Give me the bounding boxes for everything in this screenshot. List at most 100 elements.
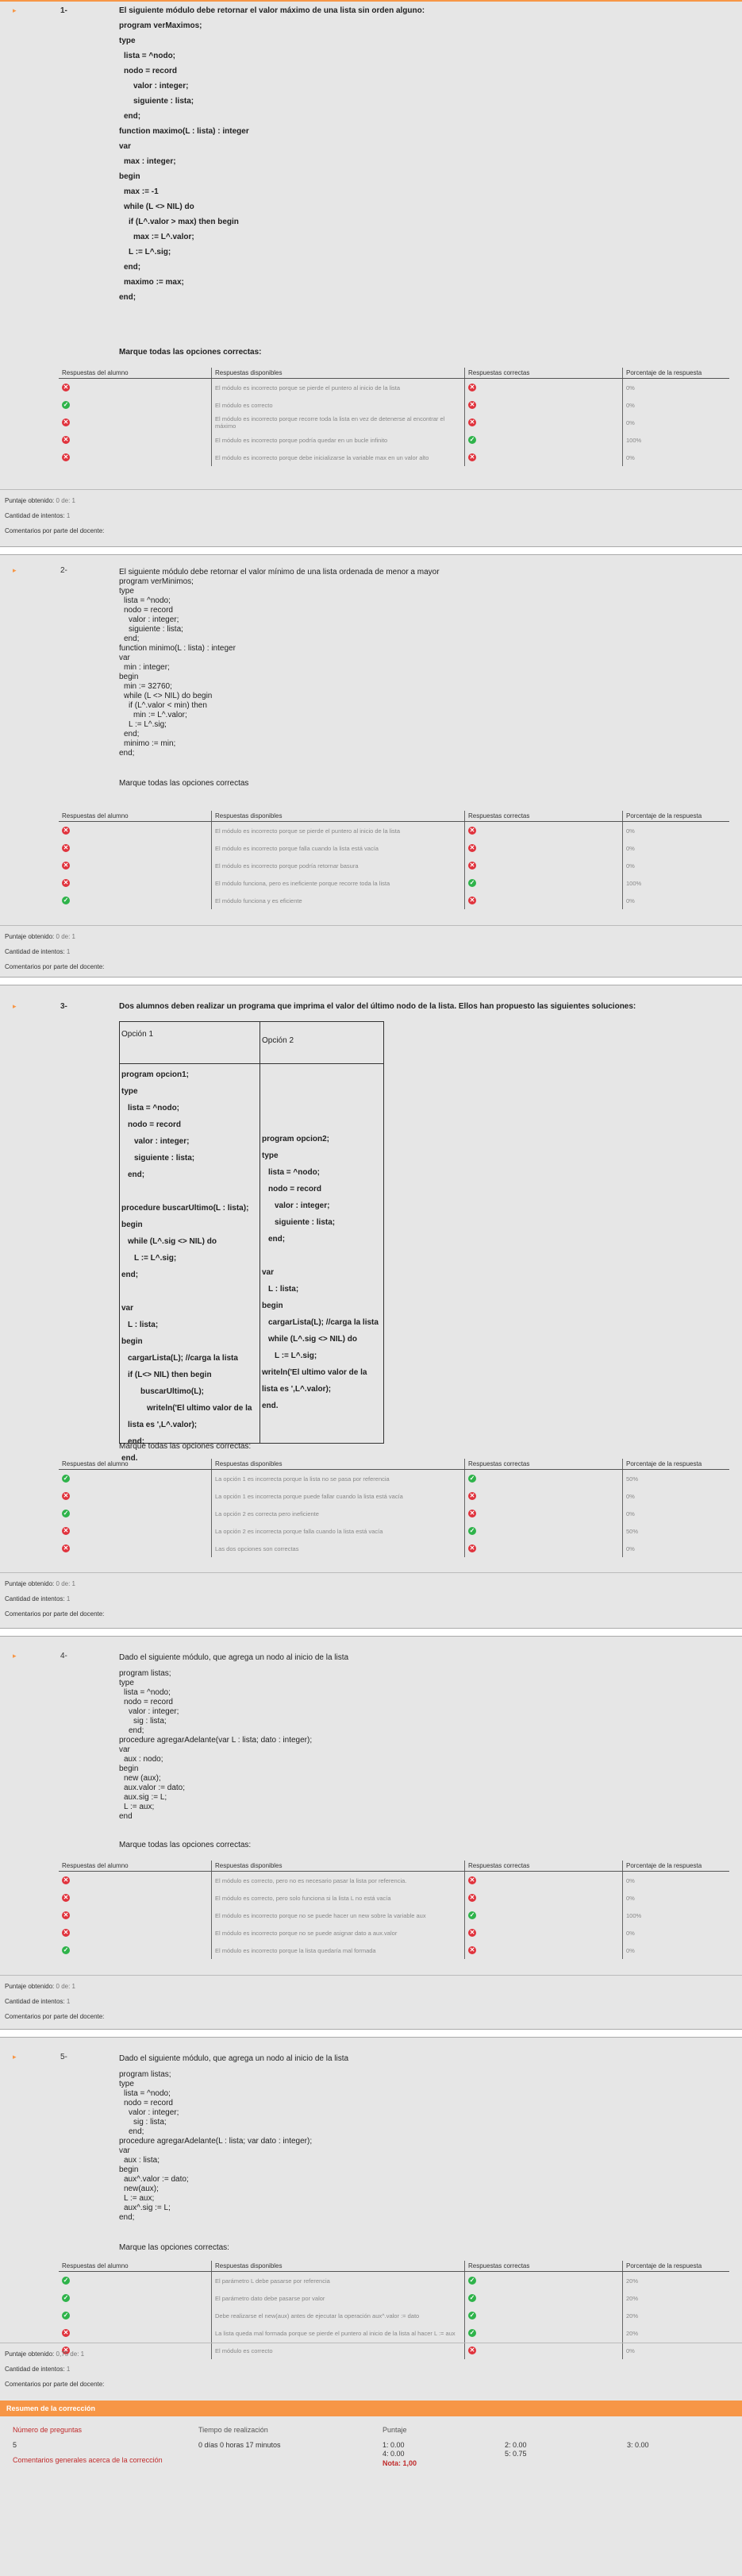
code-line: nodo = record: [268, 1185, 321, 1194]
cross-icon: ✕: [468, 384, 476, 391]
code-line: nodo = record: [124, 1698, 173, 1706]
question-statement: Dado el siguiente módulo, que agrega un …: [119, 1653, 348, 1822]
percentage-cell: 100%: [622, 431, 729, 449]
code-line: program opcion2;: [262, 1135, 330, 1143]
code-line: buscarUltimo(L);: [140, 1387, 204, 1396]
correct-answer-cell: ✕: [464, 839, 623, 857]
code-line: program verMaximos;: [119, 21, 202, 30]
code-line: min := L^.valor;: [133, 711, 187, 719]
available-answer-cell: El módulo es incorrecto porque recorre t…: [211, 414, 465, 431]
available-answer-cell: Las dos opciones son correctas: [211, 1540, 465, 1557]
code-line: valor : integer;: [129, 615, 179, 624]
cross-icon: ✕: [62, 2329, 70, 2337]
code-line: while (L <> NIL) do: [124, 202, 194, 211]
code-line: lista = ^nodo;: [128, 1104, 180, 1113]
attempts-value: 1: [66, 512, 71, 519]
score-value: 0 de: 1: [56, 497, 75, 504]
score-summary-label: Puntaje: [383, 2426, 407, 2434]
code-line: L := L^.sig;: [134, 1254, 177, 1263]
col-correct: Respuestas correctas: [464, 2261, 623, 2272]
code-line: while (L^.sig <> NIL) do: [268, 1335, 357, 1344]
question-footer: Puntaje obtenido: 0 de: 1 Cantidad de in…: [5, 929, 104, 974]
col-correct: Respuestas correctas: [464, 368, 623, 379]
attempts-label: Cantidad de intentos:: [5, 1998, 65, 2005]
code-line: end: [119, 1812, 133, 1821]
code-line: L : lista;: [128, 1321, 159, 1329]
cross-icon: ✕: [468, 1544, 476, 1552]
collapse-marker-icon[interactable]: ▸: [13, 6, 17, 15]
check-icon: ✓: [468, 2277, 476, 2285]
code-line: nodo = record: [128, 1120, 181, 1129]
answer-row: ✓ El parámetro dato debe pasarse por valo…: [59, 2289, 729, 2307]
student-answer-cell: ✓: [59, 396, 212, 414]
question-prompt: Marque todas las opciones correctas:: [119, 1442, 252, 1451]
question-statement: Dado el siguiente módulo, que agrega un …: [119, 2054, 348, 2223]
attempts-value: 1: [66, 948, 71, 955]
answer-row: ✓ El módulo funciona y es eficiente ✕ 0%: [59, 892, 729, 909]
code-line: lista = ^nodo;: [124, 1688, 171, 1697]
available-answer-cell: El módulo es incorrecto porque podría qu…: [211, 431, 465, 449]
student-answer-cell: ✕: [59, 2324, 212, 2342]
code-line: var: [262, 1268, 275, 1277]
code-line: max := L^.valor;: [133, 233, 194, 241]
code-line: valor : integer;: [133, 82, 189, 91]
code-line: aux^.valor := dato;: [124, 2175, 189, 2184]
question-5: ▸ 5- Dado el siguiente módulo, que agreg…: [0, 2053, 742, 2394]
code-line: sig : lista;: [133, 2118, 167, 2127]
available-answer-cell: El módulo es incorrecto porque no se pue…: [211, 1924, 465, 1942]
answer-row: ✓ El módulo es correcto ✕ 0%: [59, 396, 729, 414]
cross-icon: ✕: [62, 1492, 70, 1500]
available-answer-cell: El parámetro dato debe pasarse por valor: [211, 2289, 465, 2307]
available-answer-cell: La lista queda mal formada porque se pie…: [211, 2324, 465, 2342]
time-value: 0 días 0 horas 17 minutos: [198, 2441, 281, 2449]
code-line: valor : integer;: [129, 1707, 179, 1716]
correct-answer-cell: ✓: [464, 1469, 623, 1487]
question-statement: El siguiente módulo debe retornar el val…: [119, 3, 425, 305]
code-line: function maximo(L : lista) : integer: [119, 127, 249, 136]
code-line: writeln('El ultimo valor de la: [147, 1404, 252, 1413]
code-line: minimo := min;: [124, 739, 176, 748]
question-prompt: Marque todas las opciones correctas:: [119, 1841, 252, 1849]
code-line: end;: [128, 1170, 145, 1179]
available-answer-cell: El módulo funciona, pero es ineficiente …: [211, 874, 465, 892]
code-line: aux : nodo;: [124, 1755, 163, 1764]
code-line: valor : integer;: [134, 1137, 190, 1146]
code-line: maximo := max;: [124, 278, 184, 287]
code-line: L := L^.sig;: [275, 1352, 317, 1360]
question-number: 4-: [60, 1652, 67, 1660]
attempts-label: Cantidad de intentos:: [5, 948, 65, 955]
collapse-marker-icon[interactable]: ▸: [13, 1652, 17, 1660]
collapse-marker-icon[interactable]: ▸: [13, 566, 17, 575]
percentage-cell: 100%: [622, 1907, 729, 1924]
question-prompt: Marque las opciones correctas:: [119, 2243, 229, 2252]
collapse-marker-icon[interactable]: ▸: [13, 1002, 17, 1011]
col-student: Respuestas del alumno: [59, 811, 212, 822]
code-line: begin: [121, 1221, 143, 1229]
code-line: begin: [262, 1301, 283, 1310]
code-line: procedure buscarUltimo(L : lista);: [121, 1204, 249, 1213]
code-line: program opcion1;: [121, 1070, 190, 1079]
percentage-cell: 50%: [622, 1522, 729, 1540]
answer-row: ✕ La opción 1 es incorrecta porque puede …: [59, 1487, 729, 1505]
student-answer-cell: ✓: [59, 2307, 212, 2324]
question-number: 1-: [60, 6, 67, 15]
code-line: type: [121, 1087, 138, 1096]
code-line: program listas;: [119, 1669, 171, 1678]
code-line: new (aux);: [124, 1774, 161, 1783]
collapse-marker-icon[interactable]: ▸: [13, 2053, 17, 2061]
code-line: max : integer;: [124, 157, 176, 166]
score-q5: 5: 0.75: [505, 2450, 527, 2458]
answer-row: ✓ La opción 2 es correcta pero ineficient…: [59, 1505, 729, 1522]
check-icon: ✓: [62, 1475, 70, 1483]
score-label: Puntaje obtenido:: [5, 2350, 55, 2358]
general-comments-label: Comentarios generales acerca de la corre…: [13, 2456, 163, 2464]
col-correct: Respuestas correctas: [464, 1459, 623, 1470]
code-line: end;: [124, 112, 141, 121]
option-1-column: Opción 1 program opcion1; type lista = ^no…: [120, 1022, 260, 1463]
code-line: L := aux;: [124, 1803, 155, 1811]
code-line: valor : integer;: [129, 2108, 179, 2117]
correct-answer-cell: ✕: [464, 2342, 623, 2359]
code-line: cargarLista(L); //carga la lista: [268, 1318, 379, 1327]
